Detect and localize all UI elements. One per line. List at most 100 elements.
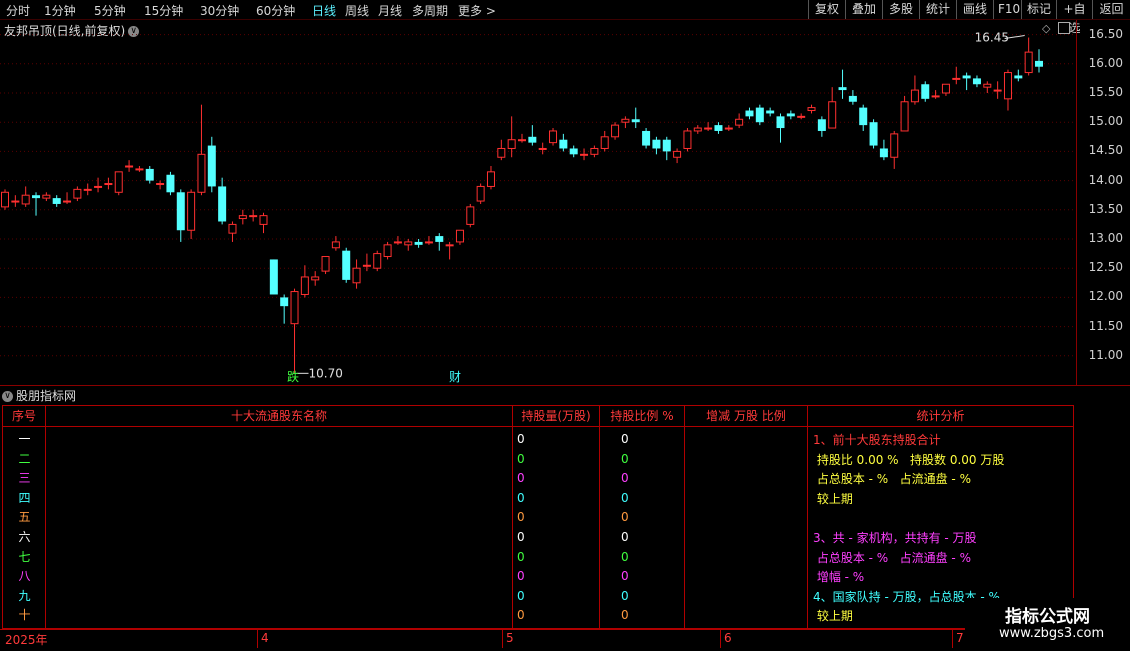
period-multi[interactable]: 多周期 (412, 2, 448, 19)
price-tick-label: 12.00 (1088, 289, 1123, 304)
candle-body-up (910, 89, 919, 103)
date-tick (952, 630, 953, 648)
period-30min[interactable]: 30分钟 (200, 2, 239, 19)
period-daily[interactable]: 日线 (312, 2, 336, 19)
period-15min[interactable]: 15分钟 (144, 2, 183, 19)
overlay-button[interactable]: 叠加 (845, 0, 882, 19)
mark-button[interactable]: 标记 (1021, 0, 1056, 19)
candle-body-down (528, 136, 537, 143)
candlestick-chart[interactable]: 16.45 10.70 跌 财 (0, 20, 1076, 385)
stat-line: 占总股本 - % 占流通盘 - % (813, 550, 971, 565)
candle-body-up (125, 165, 134, 168)
row-qty: 0 (517, 608, 525, 623)
period-60min[interactable]: 60分钟 (256, 2, 295, 19)
candle-body-down (631, 119, 640, 123)
period-weekly[interactable]: 周线 (345, 2, 369, 19)
stat-line: 较上期 (813, 491, 853, 506)
candle-body-up (156, 183, 165, 186)
candle-body-up (724, 127, 733, 130)
low-price-label: 10.70 (309, 366, 343, 380)
multi-stock-button[interactable]: 多股 (882, 0, 919, 19)
candle-body-down (414, 241, 423, 245)
candle-body-down (838, 87, 847, 91)
fuquan-button[interactable]: 复权 (808, 0, 845, 19)
chevron-down-icon[interactable]: ∨ (2, 391, 13, 402)
candle-body-up (187, 191, 196, 231)
date-label: 4 (261, 631, 269, 645)
header-name: 十大流通股东名称 (46, 406, 513, 426)
candle-body-down (869, 122, 878, 146)
candle-body-up (1003, 72, 1012, 100)
candle-body-down (207, 145, 216, 187)
candle-body-down (766, 110, 775, 114)
price-tick-label: 16.00 (1088, 55, 1123, 70)
row-index: 八 (18, 569, 31, 584)
event-marker-cai: 财 (449, 370, 461, 384)
candle-body-up (331, 241, 340, 249)
candle-body-up (42, 194, 51, 199)
candle-body-up (797, 115, 806, 118)
header-divider (3, 426, 1073, 427)
date-label: 5 (506, 631, 514, 645)
candle-body-down (714, 125, 723, 131)
period-fenshi[interactable]: 分时 (6, 2, 30, 19)
candle-body-down (342, 250, 351, 280)
back-button[interactable]: 返回 (1092, 0, 1130, 19)
candle-body-up (683, 130, 692, 149)
candle-body-up (900, 101, 909, 132)
row-qty: 0 (517, 471, 525, 486)
candle-body-up (373, 253, 382, 269)
candle-body-up (890, 133, 899, 158)
add-watchlist-button[interactable]: +自选 (1056, 0, 1092, 35)
price-tick-label: 14.50 (1088, 143, 1123, 158)
candle-body-down (435, 236, 444, 242)
header-index: 序号 (3, 406, 46, 426)
chevron-right-icon: > (482, 4, 496, 18)
row-ratio: 0 (621, 432, 629, 446)
candle-body-down (776, 116, 785, 129)
candle-body-up (1024, 51, 1033, 74)
candle-body-up (476, 185, 485, 202)
col-divider (512, 406, 513, 628)
candle-body-up (828, 101, 837, 129)
candle-body-up (941, 83, 950, 94)
candle-body-up (249, 215, 258, 218)
price-tick-label: 16.50 (1088, 26, 1123, 41)
candle-body-down (569, 148, 578, 155)
price-tick-label: 14.00 (1088, 172, 1123, 187)
statistics-button[interactable]: 统计 (919, 0, 956, 19)
candle-body-up (538, 147, 547, 150)
row-index: 二 (18, 451, 31, 466)
row-qty: 0 (517, 490, 525, 505)
candle-body-up (73, 188, 82, 199)
f10-button[interactable]: F10 (993, 0, 1021, 19)
candle-body-up (983, 83, 992, 88)
candle-body-down (786, 113, 795, 117)
period-5min[interactable]: 5分钟 (94, 2, 126, 19)
candle-body-up (393, 241, 402, 244)
candle-body-down (218, 186, 227, 222)
period-1min[interactable]: 1分钟 (44, 2, 76, 19)
candle-body-up (497, 147, 506, 158)
candle-body-up (94, 185, 103, 188)
candle-body-down (176, 192, 185, 231)
candle-body-up (600, 136, 609, 149)
row-index: 三 (18, 471, 31, 486)
candle-body-up (238, 215, 247, 220)
indicator-panel-title[interactable]: ∨ 股朋指标网 (2, 387, 76, 404)
date-label: 6 (724, 631, 732, 645)
candle-body-up (807, 107, 816, 112)
candle-body-up (321, 256, 330, 272)
period-more[interactable]: 更多 > (458, 2, 496, 19)
candle-body-up (383, 244, 392, 258)
candle-body-up (590, 147, 599, 155)
period-monthly[interactable]: 月线 (378, 2, 402, 19)
candle-body-up (404, 241, 413, 246)
date-tick (502, 630, 503, 648)
draw-line-button[interactable]: 画线 (956, 0, 993, 19)
col-divider (599, 406, 600, 628)
candle-body-down (32, 195, 41, 199)
candle-body-down (859, 107, 868, 126)
price-tick-label: 15.00 (1088, 114, 1123, 129)
candle-body-up (83, 188, 92, 191)
